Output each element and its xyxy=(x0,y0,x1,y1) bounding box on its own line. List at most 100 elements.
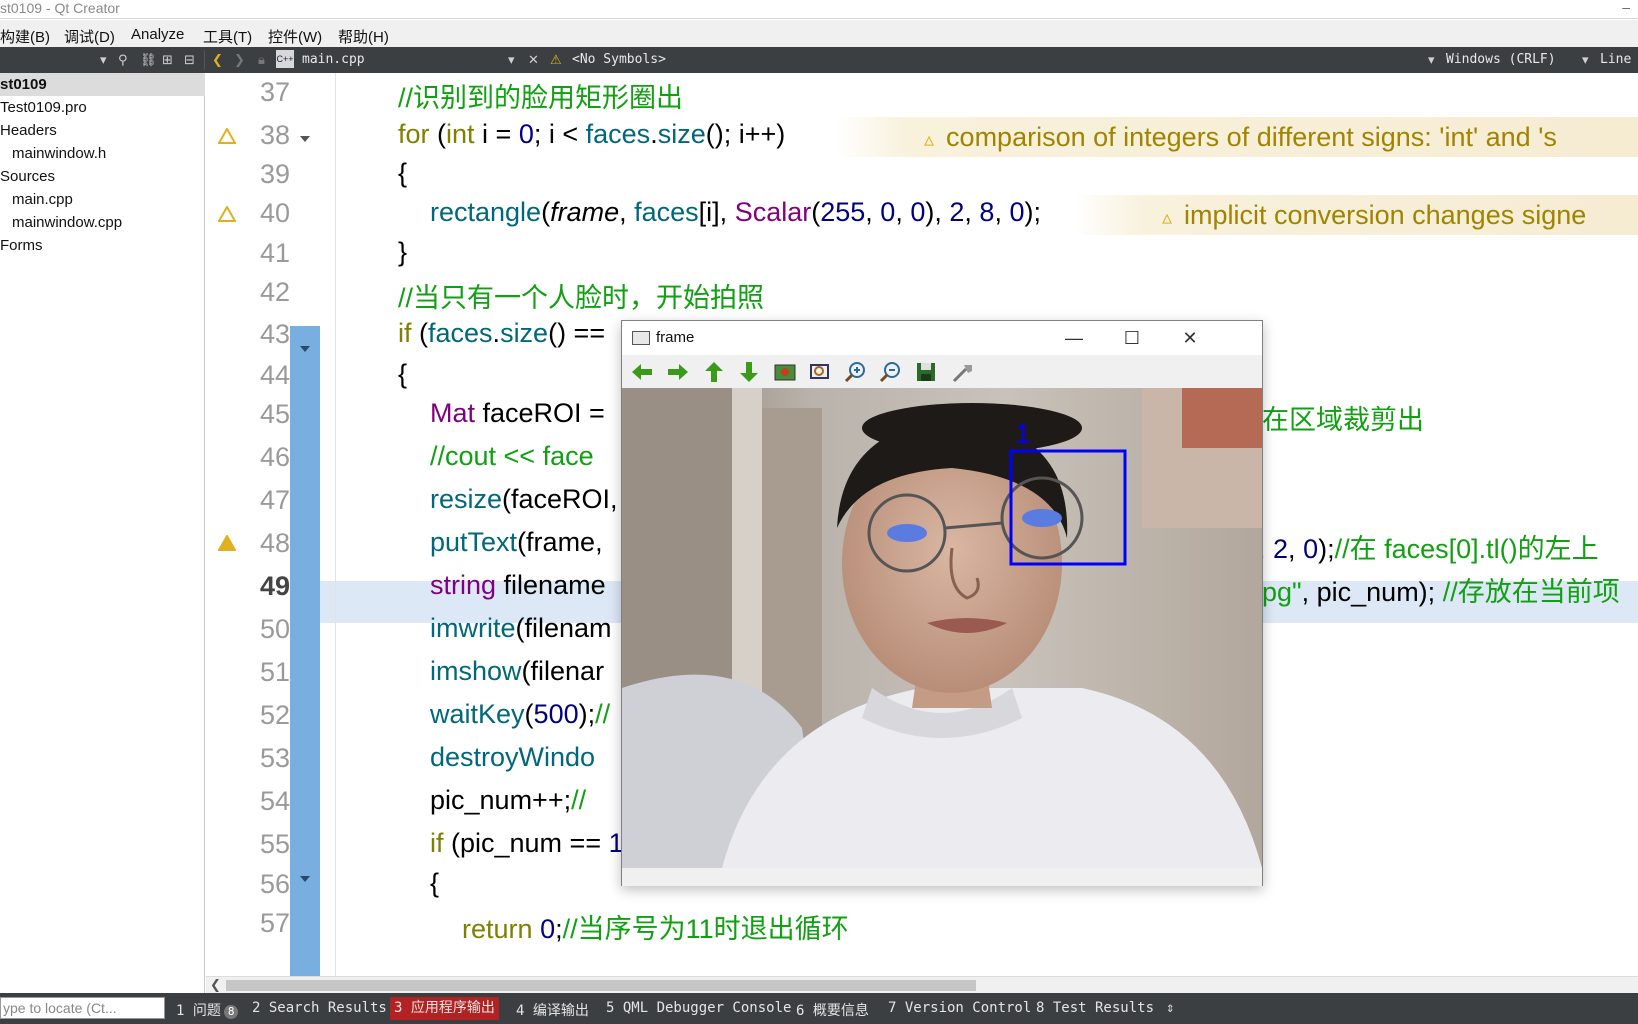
pane-qml-debugger-console[interactable]: 5 QML Debugger Console xyxy=(606,1000,791,1016)
zoom-in-icon[interactable] xyxy=(844,361,868,383)
code-line: destroyWindo xyxy=(430,742,596,772)
fold-chevron-icon[interactable] xyxy=(298,871,312,882)
line-ending-selector[interactable]: Windows (CRLF) xyxy=(1446,52,1556,67)
scroll-left-icon[interactable]: ❮ xyxy=(210,977,221,993)
line-number: 39 xyxy=(259,159,290,189)
warning-icon: ⚠ xyxy=(550,52,562,67)
code-line: //当只有一个人脸时，开始拍照 xyxy=(398,283,765,313)
menu-widgets[interactable]: 控件(W) xyxy=(268,26,322,47)
warning-text: implicit conversion changes signe xyxy=(1184,200,1587,230)
warning-marker-icon[interactable] xyxy=(217,204,237,222)
zoom-image-icon[interactable] xyxy=(773,361,797,383)
open-file-name[interactable]: main.cpp xyxy=(302,52,365,67)
forward-arrow-icon[interactable]: ❯ xyxy=(234,51,245,69)
warning-annotation: ▵ implicit conversion changes signe xyxy=(1074,195,1638,235)
zoom-out-icon[interactable] xyxy=(879,361,903,383)
line-number: 37 xyxy=(259,77,290,107)
line-number: 42 xyxy=(259,277,290,307)
split-icon[interactable]: ⊞ xyxy=(162,51,173,69)
pane-issues[interactable]: 1 问题 8 xyxy=(176,1000,239,1020)
close-pane-icon[interactable]: ⊟ xyxy=(184,51,195,69)
line-number: 44 xyxy=(259,360,290,390)
tree-item-mainwindow-h[interactable]: mainwindow.h xyxy=(12,142,106,165)
line-dropdown-icon[interactable]: ▾ xyxy=(1582,51,1589,69)
warning-marker-icon[interactable] xyxy=(217,126,237,144)
frame-toolbar xyxy=(622,355,1262,388)
pan-down-icon[interactable] xyxy=(737,361,761,383)
title-bar: st0109 - Qt Creator – xyxy=(0,0,1638,19)
warning-marker-icon[interactable] xyxy=(217,533,237,551)
code-line: resize(faceROI, xyxy=(430,484,618,514)
menu-tools[interactable]: 工具(T) xyxy=(203,26,252,47)
save-icon[interactable] xyxy=(914,361,938,383)
code-line: rectangle(frame, faces[i], Scalar(255, 0… xyxy=(430,197,1041,227)
locator-input[interactable]: ype to locate (Ct... xyxy=(0,997,165,1019)
code-line: //识别到的脸用矩形圈出 xyxy=(398,83,684,113)
filter-icon[interactable]: ⚲ xyxy=(118,51,128,69)
code-line: { xyxy=(430,868,440,898)
code-line: for (int i = 0; i < faces.size(); i++) xyxy=(398,119,786,149)
pane-application-output[interactable]: 3 应用程序输出 xyxy=(390,997,499,1020)
code-line: if (pic_num == 11) xyxy=(430,828,646,858)
tree-item-project[interactable]: st0109 xyxy=(0,73,205,96)
frame-status-area xyxy=(622,868,1262,886)
menu-analyze[interactable]: Analyze xyxy=(131,26,184,43)
code-line: { xyxy=(398,359,408,389)
maximize-button[interactable]: ☐ xyxy=(1112,325,1152,351)
indent-guide xyxy=(335,73,336,976)
tree-item-headers[interactable]: Headers xyxy=(0,119,57,142)
pan-right-icon[interactable] xyxy=(666,361,690,383)
fold-chevron-icon[interactable] xyxy=(298,131,312,142)
fold-chevron-icon[interactable] xyxy=(298,341,312,352)
tree-item-mainwindow-cpp[interactable]: mainwindow.cpp xyxy=(12,211,122,234)
code-line: pg", pic_num); //存放在当前项 xyxy=(1262,577,1620,607)
link-icon[interactable]: ⛓ xyxy=(140,51,157,69)
line-number: 50 xyxy=(259,614,290,644)
minimize-icon[interactable]: – xyxy=(1622,0,1630,14)
pane-test-results[interactable]: 8 Test Results xyxy=(1036,1000,1154,1016)
code-line: putText(frame, xyxy=(430,527,603,557)
divider xyxy=(204,50,205,70)
properties-icon[interactable] xyxy=(950,361,974,383)
tree-item-sources[interactable]: Sources xyxy=(0,165,55,188)
minimize-button[interactable]: — xyxy=(1054,325,1094,351)
symbols-dropdown[interactable]: <No Symbols> xyxy=(572,52,666,67)
line-number: 54 xyxy=(259,786,290,816)
tree-item-pro-file[interactable]: Test0109.pro xyxy=(0,96,87,119)
pane-search-results[interactable]: 2 Search Results xyxy=(252,1000,387,1016)
pan-up-icon[interactable] xyxy=(702,361,726,383)
pane-compile-output[interactable]: 4 编译输出 xyxy=(516,1000,589,1020)
window-app-icon xyxy=(632,331,650,345)
tree-item-main-cpp[interactable]: main.cpp xyxy=(12,188,73,211)
chevron-down-icon[interactable]: ▾ xyxy=(100,51,107,69)
menu-bar: 构建(B) 调试(D) Analyze 工具(T) 控件(W) 帮助(H) xyxy=(0,20,1638,47)
code-line: string filename xyxy=(430,570,606,600)
menu-help[interactable]: 帮助(H) xyxy=(338,26,389,47)
horizontal-scrollbar[interactable]: ❮ xyxy=(206,976,1638,993)
encoding-dropdown-icon[interactable]: ▾ xyxy=(1428,51,1435,69)
close-file-icon[interactable]: ✕ xyxy=(528,51,539,69)
pane-general-messages[interactable]: 6 概要信息 xyxy=(796,1000,869,1020)
frame-window[interactable]: frame — ☐ ✕ 1 xyxy=(621,320,1263,886)
file-dropdown-icon[interactable]: ▾ xyxy=(508,51,515,69)
close-button[interactable]: ✕ xyxy=(1170,325,1210,351)
menu-build[interactable]: 构建(B) xyxy=(0,26,50,47)
zoom-fit-icon[interactable] xyxy=(808,361,832,383)
menu-debug[interactable]: 调试(D) xyxy=(64,26,115,47)
back-arrow-icon[interactable]: ❮ xyxy=(212,51,223,69)
scrollbar-thumb[interactable] xyxy=(226,980,976,991)
warning-icon: ▵ xyxy=(1162,207,1173,229)
pane-label: 1 问题 xyxy=(176,1003,221,1019)
line-indicator[interactable]: Line xyxy=(1600,52,1631,67)
camera-frame-image: 1 xyxy=(622,388,1262,868)
line-number: 41 xyxy=(259,238,290,268)
lock-icon: 🔒︎ xyxy=(258,52,265,67)
pan-left-icon[interactable] xyxy=(630,361,654,383)
tree-item-label: main.cpp xyxy=(12,191,73,208)
pane-version-control[interactable]: 7 Version Control xyxy=(888,1000,1031,1016)
frame-title-bar[interactable]: frame — ☐ ✕ xyxy=(622,321,1262,355)
tree-item-forms[interactable]: Forms xyxy=(0,234,43,257)
more-panes-icon[interactable]: ⇕ xyxy=(1166,1000,1174,1016)
line-number: 46 xyxy=(259,442,290,472)
frame-title: frame xyxy=(656,329,695,346)
